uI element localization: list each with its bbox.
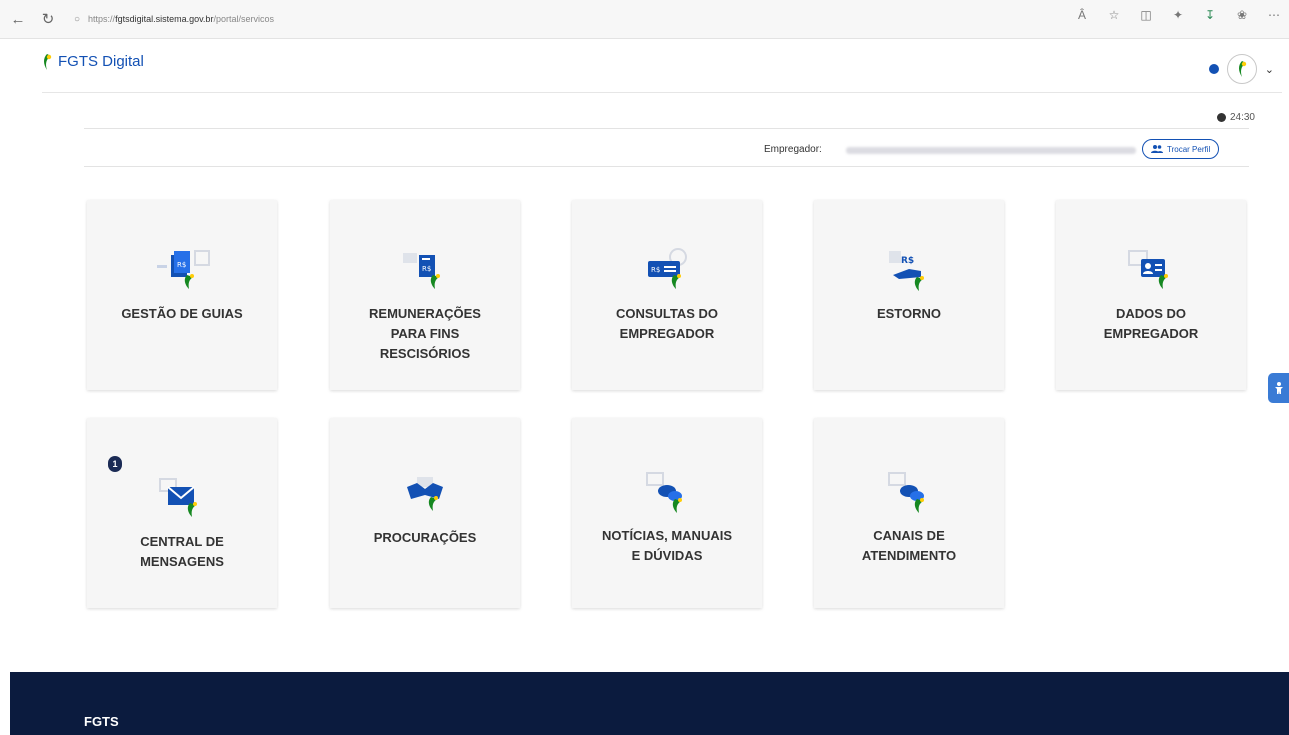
browser-toolbar: ← ↻ ○ https:// fgtsdigital.sistema.gov.b…: [0, 0, 1289, 39]
card-label: NOTÍCIAS, MANUAIS E DÚVIDAS: [602, 528, 732, 563]
address-bar[interactable]: ○ https:// fgtsdigital.sistema.gov.br /p…: [74, 8, 1054, 30]
card-canais-de-atendimento[interactable]: CANAIS DE ATENDIMENTO: [814, 418, 1004, 608]
card-central-de-mensagens[interactable]: 1 CENTRAL DE MENSAGENS: [87, 418, 277, 608]
unread-badge: 1: [108, 456, 122, 472]
more-menu-icon[interactable]: ⋯: [1265, 8, 1283, 22]
extensions-icon[interactable]: ✦: [1169, 8, 1187, 22]
card-dados-do-empregador[interactable]: DADOS DO EMPREGADOR: [1056, 200, 1246, 390]
svg-text:R$: R$: [177, 261, 186, 269]
svg-text:R$: R$: [901, 256, 914, 266]
card-label: DADOS DO EMPREGADOR: [1103, 306, 1199, 341]
refund-hand-icon: R$: [889, 251, 924, 291]
session-timer: 24:30: [1216, 112, 1255, 123]
envelope-icon: [159, 478, 197, 517]
brand[interactable]: FGTS Digital: [42, 53, 144, 70]
card-noticias-manuais-duvidas[interactable]: NOTÍCIAS, MANUAIS E DÚVIDAS: [572, 418, 762, 608]
avatar[interactable]: [1226, 54, 1257, 84]
url-scheme: https://: [88, 14, 116, 24]
card-gestao-de-guias[interactable]: R$ GESTÃO DE GUIAS: [87, 200, 277, 390]
downloads-icon[interactable]: ↧: [1201, 8, 1219, 22]
reload-icon[interactable]: ↻: [36, 7, 60, 31]
favorite-star-icon[interactable]: ☆: [1105, 8, 1123, 22]
footer: FGTS: [10, 672, 1289, 735]
notification-dot-icon[interactable]: [1208, 64, 1219, 74]
card-label: GESTÃO DE GUIAS: [121, 306, 243, 321]
employer-row: Empregador: Trocar Perfil: [84, 136, 1249, 167]
back-icon[interactable]: ←: [6, 7, 30, 31]
url-host: fgtsdigital.sistema.gov.br: [115, 14, 214, 24]
lock-icon: ○: [74, 13, 81, 25]
card-label: PROCURAÇÕES: [373, 530, 477, 545]
url-path: /portal/servicos: [213, 14, 274, 24]
accessibility-button[interactable]: [1268, 373, 1289, 403]
chevron-down-icon[interactable]: ⌄: [1265, 63, 1274, 76]
card-label: CONSULTAS DO EMPREGADOR: [615, 306, 719, 341]
svg-text:R$: R$: [651, 266, 660, 274]
switch-profile-button[interactable]: Trocar Perfil: [1142, 139, 1220, 159]
session-timer-value: 24:30: [1229, 112, 1255, 123]
divider: [84, 128, 1249, 129]
fgts-avatar-icon: [1238, 61, 1246, 77]
clock-icon: [1216, 113, 1226, 122]
collections-icon[interactable]: ❀: [1233, 8, 1251, 22]
remuneration-document-icon: R$: [403, 253, 440, 289]
footer-logo: FGTS: [84, 714, 119, 729]
app-title: FGTS Digital: [58, 53, 144, 70]
users-icon: [1151, 145, 1163, 153]
card-remuneracoes-fins-rescisorios[interactable]: R$ REMUNERAÇÕES PARA FINS RESCISÓRIOS: [330, 200, 520, 390]
svg-text:R$: R$: [422, 265, 431, 273]
card-estorno[interactable]: R$ ESTORNO: [814, 200, 1004, 390]
chat-bubbles-icon: [646, 472, 682, 513]
accessibility-icon: [1274, 382, 1283, 394]
employer-id-card-icon: [1128, 250, 1168, 289]
guides-document-icon: R$: [157, 250, 210, 289]
fgts-logo-icon: [44, 53, 52, 70]
switch-profile-label: Trocar Perfil: [1167, 144, 1211, 154]
support-chat-icon: [888, 472, 924, 513]
card-label: REMUNERAÇÕES PARA FINS RESCISÓRIOS: [369, 306, 481, 361]
handshake-icon: [407, 477, 443, 511]
employer-value-redacted: [846, 147, 1136, 154]
split-screen-icon[interactable]: ◫: [1137, 8, 1155, 22]
card-consultas-do-empregador[interactable]: R$ CONSULTAS DO EMPREGADOR: [572, 200, 762, 390]
employer-search-icon: R$: [648, 248, 687, 289]
card-label: ESTORNO: [876, 306, 942, 321]
card-procuracoes[interactable]: PROCURAÇÕES: [330, 418, 520, 608]
app-header: FGTS Digital ⌄: [42, 48, 1282, 93]
card-label: CANAIS DE ATENDIMENTO: [861, 528, 957, 563]
read-aloud-icon[interactable]: Â: [1073, 8, 1091, 22]
card-label: CENTRAL DE MENSAGENS: [140, 534, 224, 569]
employer-label: Empregador:: [764, 144, 822, 155]
